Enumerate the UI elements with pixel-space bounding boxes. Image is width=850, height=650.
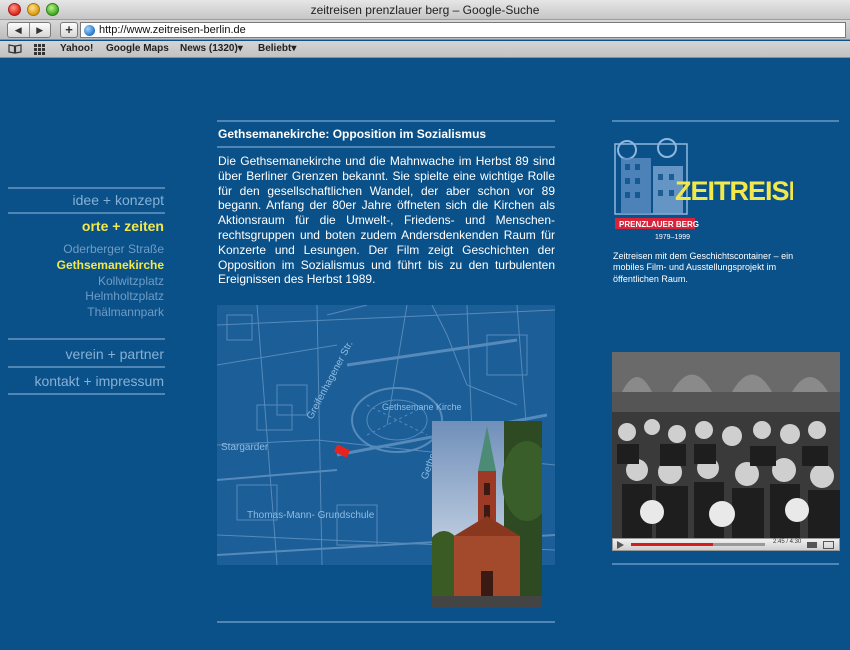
article-title: Gethsemanekirche: Opposition im Sozialis… — [218, 127, 487, 141]
logo-badge-text: PRENZLAUER BERG — [619, 220, 699, 229]
subnav-thaelmannpark[interactable]: Thälmannpark — [87, 305, 164, 319]
logo-years: 1979–1999 — [655, 234, 690, 241]
project-description: Zeitreisen mit dem Geschichtscontainer –… — [613, 251, 794, 284]
back-button[interactable]: ◀ — [8, 23, 29, 37]
map-label-stargarder: Stargarder — [221, 442, 269, 453]
nav-divider — [8, 212, 165, 214]
nav-divider — [8, 393, 165, 395]
article-body: Die Gethsemanekirche und die Mahnwache i… — [218, 154, 555, 287]
map-label-church: Gethsemane Kirche — [382, 402, 462, 412]
content-top-rule — [217, 120, 555, 122]
sidebar-top-rule — [612, 120, 839, 122]
logo-wordmark: ZEITREISEN — [675, 176, 793, 206]
subnav-gethsemanekirche[interactable]: Gethsemanekirche — [57, 258, 164, 272]
address-bar[interactable]: http://www.zeitreisen-berlin.de — [80, 22, 846, 38]
browser-toolbar: ◀ ▶ + http://www.zeitreisen-berlin.de — [0, 20, 850, 40]
video-time: 2:45 / 4:30 — [773, 539, 802, 545]
map-label-school: Thomas-Mann- Grundschule — [247, 510, 375, 521]
window-title: zeitreisen prenzlauer berg – Google-Such… — [310, 3, 540, 17]
open-book-icon[interactable] — [8, 44, 22, 54]
sidebar-bottom-rule — [612, 563, 839, 565]
gethsemanekirche-photo — [432, 421, 542, 608]
volume-icon[interactable] — [807, 542, 817, 548]
video-progress-remaining[interactable] — [713, 543, 765, 546]
nav-divider — [8, 366, 165, 368]
video-player[interactable]: 2:45 / 4:30 — [612, 352, 840, 551]
title-rule — [217, 146, 555, 148]
top-sites-grid-icon[interactable] — [34, 44, 46, 55]
add-bookmark-button[interactable]: + — [60, 22, 78, 38]
globe-icon — [84, 25, 95, 36]
forward-arrow-icon: ▶ — [36, 24, 44, 35]
forward-button[interactable]: ▶ — [28, 23, 51, 37]
subnav-oderberger-strasse[interactable]: Oderberger Straße — [63, 242, 164, 256]
content-bottom-rule — [217, 621, 555, 623]
history-buttons: ◀ ▶ — [7, 22, 51, 38]
subnav-helmholtzplatz[interactable]: Helmholtzplatz — [85, 289, 164, 303]
plus-icon: + — [65, 22, 73, 37]
url-text: http://www.zeitreisen-berlin.de — [99, 24, 246, 36]
video-frame[interactable] — [612, 352, 840, 538]
bookmark-news[interactable]: News (1320)▾ — [180, 43, 243, 54]
nav-kontakt-impressum[interactable]: kontakt + impressum — [34, 373, 164, 389]
subnav-kollwitzplatz[interactable]: Kollwitzplatz — [98, 274, 164, 288]
bookmark-google-maps[interactable]: Google Maps — [106, 43, 169, 54]
nav-divider — [8, 338, 165, 340]
video-controls: 2:45 / 4:30 — [612, 538, 840, 551]
nav-idee-konzept[interactable]: idee + konzept — [73, 192, 164, 208]
play-icon[interactable] — [617, 541, 624, 549]
bookmark-yahoo[interactable]: Yahoo! — [60, 43, 93, 54]
video-progress-bar[interactable] — [631, 543, 713, 546]
window-titlebar: zeitreisen prenzlauer berg – Google-Such… — [0, 0, 850, 20]
nav-verein-partner[interactable]: verein + partner — [66, 346, 164, 362]
bookmarks-bar: Yahoo! Google Maps News (1320)▾ Beliebt▾ — [0, 41, 850, 58]
nav-divider — [8, 187, 165, 189]
zeitreisen-logo: ZEITREISEN PRENZLAUER BERG 1979–1999 — [613, 138, 825, 248]
back-arrow-icon: ◀ — [14, 24, 22, 35]
nav-orte-zeiten[interactable]: orte + zeiten — [82, 218, 164, 234]
fullscreen-icon[interactable] — [823, 541, 834, 549]
bookmark-beliebt[interactable]: Beliebt▾ — [258, 43, 296, 54]
